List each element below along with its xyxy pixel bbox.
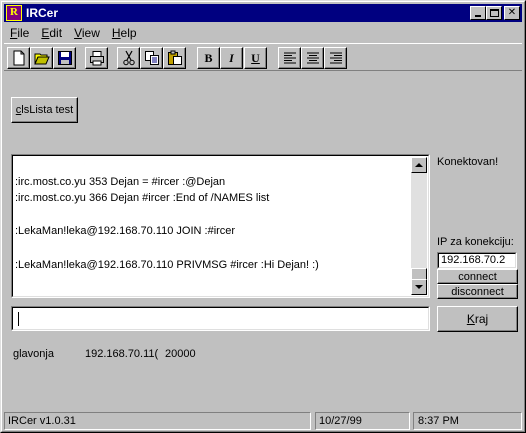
printer-icon: [89, 51, 104, 66]
message-input[interactable]: [11, 306, 430, 331]
irc-log-lines: :irc.most.co.yu 353 Dejan = #ircer :@Dej…: [14, 157, 414, 293]
ip-input[interactable]: 192.168.70.2: [437, 252, 517, 269]
save-button[interactable]: [53, 47, 76, 69]
menu-file[interactable]: File: [4, 26, 35, 40]
scissors-icon: [122, 50, 135, 66]
scroll-up-button[interactable]: [411, 157, 427, 173]
new-file-button[interactable]: [7, 47, 30, 69]
log-line: :LekaMan!leka@192.168.70.110 PRIVMSG #ir…: [15, 258, 319, 271]
arrow-up-icon: [415, 163, 423, 167]
statusbar-date: 10/27/99: [315, 412, 410, 430]
scroll-down-button[interactable]: [411, 279, 427, 295]
close-icon: ✕: [507, 7, 517, 18]
paste-button[interactable]: [163, 47, 186, 69]
align-right-button[interactable]: [324, 47, 347, 69]
peer-port: 20000: [165, 348, 196, 360]
peer-name: glavonja: [13, 348, 54, 360]
underline-icon: U: [251, 50, 260, 65]
text-cursor: [18, 312, 19, 326]
paste-clipboard-icon: [167, 50, 182, 65]
ip-input-value: 192.168.70.2: [441, 254, 506, 266]
log-line: :LekaMan!leka@192.168.70.110 JOIN :#irce…: [15, 225, 236, 238]
log-vertical-scrollbar[interactable]: [411, 157, 427, 295]
italic-button[interactable]: I: [220, 47, 243, 69]
menu-view[interactable]: View: [68, 26, 106, 40]
open-folder-icon: [33, 53, 50, 65]
close-button[interactable]: ✕: [504, 6, 520, 20]
align-center-button[interactable]: [301, 47, 324, 69]
copy-icon: [144, 51, 159, 65]
align-left-icon: [283, 52, 296, 64]
open-file-button[interactable]: [30, 47, 53, 69]
connect-button[interactable]: connect: [437, 269, 518, 284]
menu-bar: File Edit View Help: [4, 23, 522, 42]
window-title: IRCer: [26, 6, 59, 20]
ircer-app-icon[interactable]: R: [6, 5, 22, 21]
align-center-icon: [306, 52, 319, 64]
log-line: :irc.most.co.yu 353 Dejan = #ircer :@Dej…: [15, 175, 226, 188]
minimize-icon: [475, 15, 481, 17]
cut-button[interactable]: [117, 47, 140, 69]
window-controls: ✕: [470, 6, 520, 20]
copy-button[interactable]: [140, 47, 163, 69]
align-left-button[interactable]: [278, 47, 301, 69]
ip-label: IP za konekciju:: [437, 236, 514, 248]
floppy-disk-icon: [57, 51, 72, 65]
menu-edit[interactable]: Edit: [35, 26, 68, 40]
main-window: R IRCer ✕ File Edit View Help B I U c ls…: [0, 0, 526, 433]
statusbar-time: 8:37 PM: [413, 412, 522, 430]
log-line: :irc.most.co.yu 366 Dejan #ircer :End of…: [15, 192, 270, 205]
menu-help[interactable]: Help: [106, 26, 143, 40]
statusbar-version: IRCer v1.0.31: [4, 412, 311, 430]
toolbar: B I U: [4, 43, 522, 71]
print-button[interactable]: [85, 47, 108, 69]
kraj-button[interactable]: Kraj: [437, 306, 518, 332]
disconnect-button[interactable]: disconnect: [437, 284, 518, 299]
title-bar[interactable]: R IRCer ✕: [4, 4, 522, 22]
maximize-button[interactable]: [486, 6, 502, 20]
peer-ip: 192.168.70.11(: [85, 348, 159, 360]
irc-log-textarea[interactable]: :irc.most.co.yu 353 Dejan = #ircer :@Dej…: [11, 154, 430, 298]
maximize-icon: [489, 9, 499, 17]
bold-icon: B: [204, 50, 213, 65]
bold-button[interactable]: B: [197, 47, 220, 69]
minimize-button[interactable]: [470, 6, 486, 20]
cls-lista-test-button[interactable]: c lsLista test: [11, 97, 78, 123]
italic-icon: I: [229, 50, 234, 65]
arrow-down-icon: [415, 285, 423, 289]
connection-status-label: Konektovan!: [437, 156, 499, 168]
new-file-icon: [13, 50, 24, 66]
align-right-icon: [329, 52, 342, 64]
underline-button[interactable]: U: [244, 47, 267, 69]
